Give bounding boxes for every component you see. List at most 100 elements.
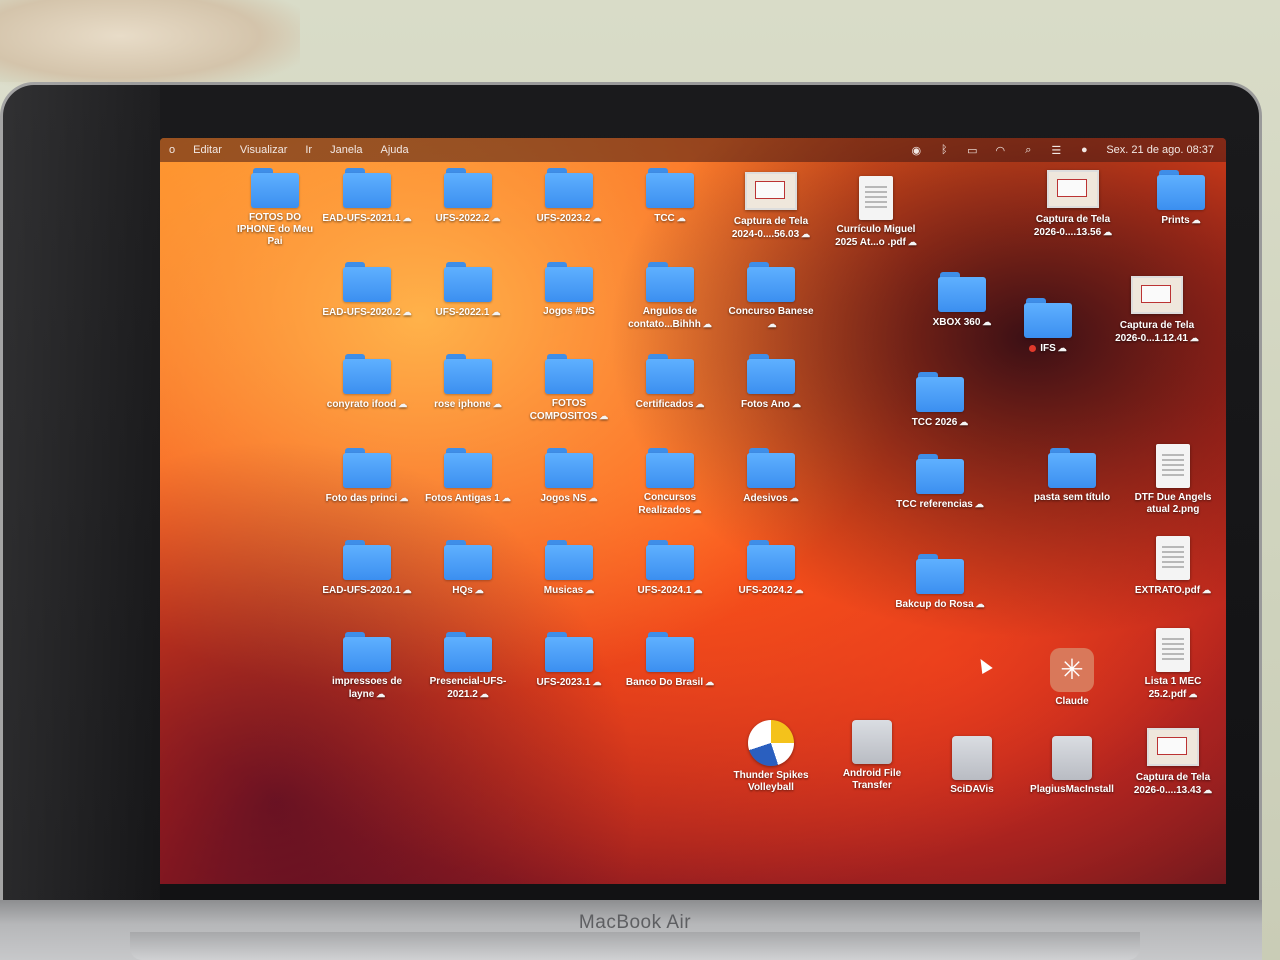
desktop-icon-document[interactable]: Currículo Miguel 2025 At...o .pdf ☁	[830, 176, 922, 249]
claude-app-icon: ✳	[1050, 648, 1094, 692]
desktop-icon-folder[interactable]: Concursos Realizados ☁	[624, 448, 716, 517]
desktop-icon-screenshot[interactable]: Captura de Tela 2026-0....13.56 ☁	[1027, 166, 1119, 239]
desktop-icon-screenshot[interactable]: Captura de Tela 2026-0...1.12.41 ☁	[1111, 272, 1203, 345]
desktop-icon-game[interactable]: Thunder Spikes Volleyball	[725, 720, 817, 794]
desktop-icon-label: Banco Do Brasil ☁	[624, 676, 716, 689]
desktop-icon-folder[interactable]: Bakcup do Rosa ☁	[894, 554, 986, 611]
desktop-icon-folder[interactable]: Certificados ☁	[624, 354, 716, 411]
wifi-icon[interactable]: ◠	[993, 143, 1007, 157]
desktop-icon-text: Captura de Tela 2026-0....13.56	[1033, 214, 1111, 238]
menu-item-editar[interactable]: Editar	[184, 144, 231, 156]
folder-body	[545, 545, 593, 580]
folder-icon	[343, 168, 391, 208]
desktop-icon-folder[interactable]: UFS-2023.1 ☁	[523, 632, 615, 689]
siri-icon[interactable]: ●	[1077, 143, 1091, 157]
folder-icon	[1048, 448, 1096, 488]
desktop-icon-folder[interactable]: FOTOS COMPOSITOS ☁	[523, 354, 615, 423]
desktop-icon-document[interactable]: Lista 1 MEC 25.2.pdf ☁	[1127, 628, 1219, 701]
desktop-icon-folder[interactable]: Banco Do Brasil ☁	[624, 632, 716, 689]
search-icon[interactable]: ⌕	[1021, 143, 1035, 157]
desktop-icon-folder[interactable]: UFS-2023.2 ☁	[523, 168, 615, 225]
desktop-icon-folder[interactable]: Prints ☁	[1135, 170, 1226, 227]
desktop-icon-text: DTF Due Angels atual 2.png	[1134, 492, 1212, 515]
folder-icon	[343, 540, 391, 580]
desktop-icon-text: HQs	[452, 585, 473, 596]
desktop-icon-label: Currículo Miguel 2025 At...o .pdf ☁	[830, 224, 922, 249]
menu-item-app[interactable]: o	[160, 144, 184, 156]
desktop-screen: o Editar Visualizar Ir Janela Ajuda ◉ ᛒ …	[160, 138, 1226, 884]
desktop-icon-folder[interactable]: Adesivos ☁	[725, 448, 817, 505]
desktop-icon-folder[interactable]: Angulos de contato...Bihhh ☁	[624, 262, 716, 331]
desktop-icon-folder[interactable]: TCC 2026 ☁	[894, 372, 986, 429]
folder-icon	[444, 632, 492, 672]
desktop-icon-folder[interactable]: UFS-2022.2 ☁	[422, 168, 514, 225]
desktop-icon-folder[interactable]: UFS-2024.2 ☁	[725, 540, 817, 597]
desktop-icon-text: UFS-2022.2	[435, 213, 490, 224]
desktop-icon-folder[interactable]: impressoes de layne ☁	[321, 632, 413, 701]
desktop-icon-folder[interactable]: Concurso Banese ☁	[725, 262, 817, 331]
icloud-status-icon: ☁	[491, 307, 501, 317]
desktop-icon-folder[interactable]: HQs ☁	[422, 540, 514, 597]
desktop-icon-folder[interactable]: TCC referencias ☁	[894, 454, 986, 511]
desktop-icon-folder[interactable]: UFS-2022.1 ☁	[422, 262, 514, 319]
desktop-icon-text: Fotos Ano	[740, 399, 791, 410]
airdrop-icon[interactable]: ◉	[909, 143, 923, 157]
desktop-icon-folder[interactable]: XBOX 360 ☁	[916, 272, 1008, 329]
desktop-icon-folder[interactable]: EAD-UFS-2020.2 ☁	[321, 262, 413, 319]
desktop-icon-folder[interactable]: rose iphone ☁	[422, 354, 514, 411]
desktop-icon-folder[interactable]: FOTOS DO IPHONE do Meu Pai	[229, 168, 321, 248]
folder-icon	[343, 448, 391, 488]
desktop-icon-folder[interactable]: Foto das princi ☁	[321, 448, 413, 505]
menu-item-ir[interactable]: Ir	[296, 144, 321, 156]
desktop-icon-text: Angulos de contato...Bihhh	[628, 306, 701, 330]
desktop-icon-folder[interactable]: Fotos Antigas 1 ☁	[422, 448, 514, 505]
desktop-icon-folder[interactable]: EAD-UFS-2020.1 ☁	[321, 540, 413, 597]
control-center-icon[interactable]: ☰	[1049, 143, 1063, 157]
desktop-icon-document[interactable]: DTF Due Angels atual 2.png	[1127, 444, 1219, 516]
desktop-icon-folder[interactable]: EAD-UFS-2021.1 ☁	[321, 168, 413, 225]
battery-charging-icon[interactable]: ▭	[965, 143, 979, 157]
desktop-icon-disk[interactable]: PlagiusMacInstall	[1026, 736, 1118, 796]
folder-icon	[444, 262, 492, 302]
folder-icon	[1157, 170, 1205, 210]
desktop-icon-label: Bakcup do Rosa ☁	[894, 598, 986, 611]
desktop-icon-document[interactable]: EXTRATO.pdf ☁	[1127, 536, 1219, 597]
desktop-icon-folder[interactable]: UFS-2024.1 ☁	[624, 540, 716, 597]
desktop-icon-text: conyrato ifood	[326, 399, 397, 410]
desktop-icon-label: PlagiusMacInstall	[1026, 784, 1118, 796]
desktop-icon-disk[interactable]: SciDAVis	[926, 736, 1018, 796]
menu-clock[interactable]: Sex. 21 de ago. 08:37	[1106, 144, 1214, 156]
desktop-icon-label: Captura de Tela 2026-0...1.12.41 ☁	[1111, 320, 1203, 345]
desktop-icon-app[interactable]: ✳ Claude	[1026, 648, 1118, 708]
desktop-icon-screenshot[interactable]: Captura de Tela 2024-0....56.03 ☁	[725, 168, 817, 241]
icloud-status-icon: ☁	[592, 677, 602, 687]
desktop-icon-folder[interactable]: pasta sem título	[1026, 448, 1118, 504]
desktop-icon-screenshot[interactable]: Captura de Tela 2026-0....13.43 ☁	[1127, 724, 1219, 797]
desktop-icon-text: EXTRATO.pdf	[1134, 585, 1201, 596]
desktop-icon-text: FOTOS DO IPHONE do Meu Pai	[236, 212, 314, 247]
menu-item-visualizar[interactable]: Visualizar	[231, 144, 297, 156]
desktop-icon-label: Captura de Tela 2026-0....13.56 ☁	[1027, 214, 1119, 239]
disk-image-icon	[1052, 736, 1092, 780]
desktop-icon-folder[interactable]: Jogos #DS	[523, 262, 615, 318]
desktop-icon-text: Captura de Tela 2026-0....13.43	[1133, 772, 1211, 796]
desktop-icon-folder[interactable]: TCC ☁	[624, 168, 716, 225]
bluetooth-icon[interactable]: ᛒ	[937, 143, 951, 157]
menu-item-ajuda[interactable]: Ajuda	[372, 144, 418, 156]
icloud-status-icon: ☁	[695, 399, 705, 409]
desktop-icon-folder[interactable]: IFS ☁	[1002, 298, 1094, 355]
desktop-icon-text: rose iphone	[434, 399, 491, 410]
desktop-icon-folder[interactable]: Musicas ☁	[523, 540, 615, 597]
desktop-icon-label: UFS-2022.1 ☁	[422, 306, 514, 319]
desktop-icon-folder[interactable]: Presencial-UFS-2021.2 ☁	[422, 632, 514, 701]
desktop-icon-folder[interactable]: Fotos Ano ☁	[725, 354, 817, 411]
desktop-icon-folder[interactable]: conyrato ifood ☁	[321, 354, 413, 411]
desktop-icon-disk[interactable]: Android File Transfer	[826, 720, 918, 792]
desktop-icon-text: UFS-2022.1	[435, 307, 490, 318]
desktop-icon-folder[interactable]: Jogos NS ☁	[523, 448, 615, 505]
folder-body	[747, 267, 795, 302]
menu-item-janela[interactable]: Janela	[321, 144, 371, 156]
desktop-icon-label: Musicas ☁	[523, 584, 615, 597]
folder-body	[444, 637, 492, 672]
folder-body	[343, 267, 391, 302]
